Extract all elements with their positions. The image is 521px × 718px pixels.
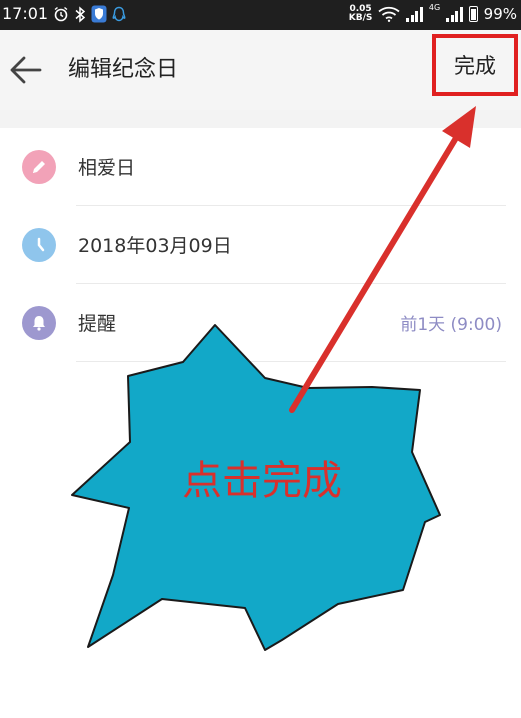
wifi-icon bbox=[378, 6, 400, 22]
name-label: 相爱日 bbox=[78, 157, 136, 179]
signal-icon bbox=[406, 6, 423, 22]
status-bar: 17:01 0.05 KB/S 4G 99% bbox=[0, 0, 521, 30]
date-row[interactable]: 2018年03月09日 bbox=[22, 206, 506, 283]
clock-icon bbox=[22, 227, 56, 262]
signal-icon-2 bbox=[446, 6, 463, 22]
reminder-label: 提醒 bbox=[78, 313, 117, 335]
alarm-icon bbox=[54, 6, 68, 22]
date-label: 2018年03月09日 bbox=[78, 235, 232, 257]
reminder-row[interactable]: 提醒 前1天 (9:00) bbox=[22, 284, 506, 361]
bluetooth-icon bbox=[75, 5, 86, 23]
done-button[interactable]: 完成 bbox=[432, 34, 518, 96]
clock-time: 17:01 bbox=[2, 4, 49, 23]
battery-icon bbox=[468, 6, 478, 22]
bell-icon bbox=[22, 305, 56, 340]
toolbar: 编辑纪念日 完成 bbox=[0, 30, 521, 110]
network-type: 4G bbox=[428, 3, 441, 12]
form-card: 相爱日 2018年03月09日 提醒 前1天 (9:00) bbox=[0, 128, 521, 718]
shield-app-icon bbox=[91, 5, 107, 23]
qq-icon bbox=[112, 6, 126, 21]
done-label: 完成 bbox=[454, 54, 496, 78]
reminder-value: 前1天 (9:00) bbox=[400, 315, 502, 335]
arrow-left-icon bbox=[10, 56, 42, 84]
name-row[interactable]: 相爱日 bbox=[22, 128, 506, 205]
divider bbox=[76, 361, 506, 362]
battery-level: 99% bbox=[483, 5, 517, 23]
page-title: 编辑纪念日 bbox=[68, 57, 179, 82]
pencil-icon bbox=[22, 149, 56, 184]
back-button[interactable] bbox=[8, 52, 48, 88]
network-speed: 0.05 KB/S bbox=[348, 4, 373, 23]
